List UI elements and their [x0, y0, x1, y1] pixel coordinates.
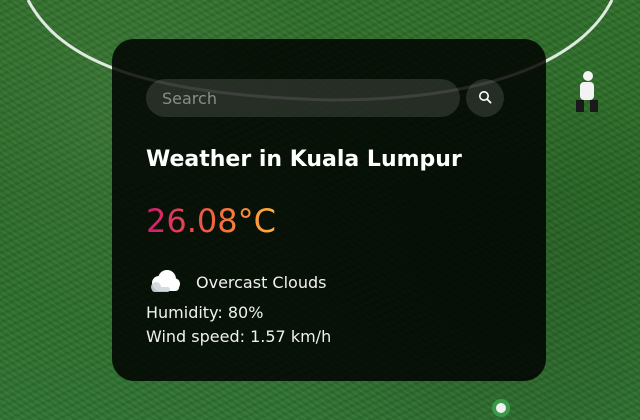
condition-label: Overcast Clouds — [196, 272, 327, 292]
search-icon — [478, 90, 492, 107]
background-player — [576, 71, 598, 112]
wind-speed-label: Wind speed: 1.57 km/h — [146, 327, 332, 346]
weather-app-page: { "search": { "placeholder": "Search" },… — [0, 0, 640, 420]
weather-card: Weather in Kuala Lumpur 26.08°C Overcast… — [112, 39, 546, 381]
cloud-icon — [146, 267, 182, 297]
humidity-label: Humidity: 80% — [146, 303, 264, 322]
search-button[interactable] — [466, 79, 504, 117]
location-title: Weather in Kuala Lumpur — [146, 147, 462, 172]
weather-condition: Overcast Clouds — [146, 267, 326, 297]
search-input[interactable] — [146, 79, 460, 117]
search-bar — [146, 79, 506, 117]
background-player — [492, 399, 510, 417]
temperature-value: 26.08°C — [146, 202, 276, 240]
